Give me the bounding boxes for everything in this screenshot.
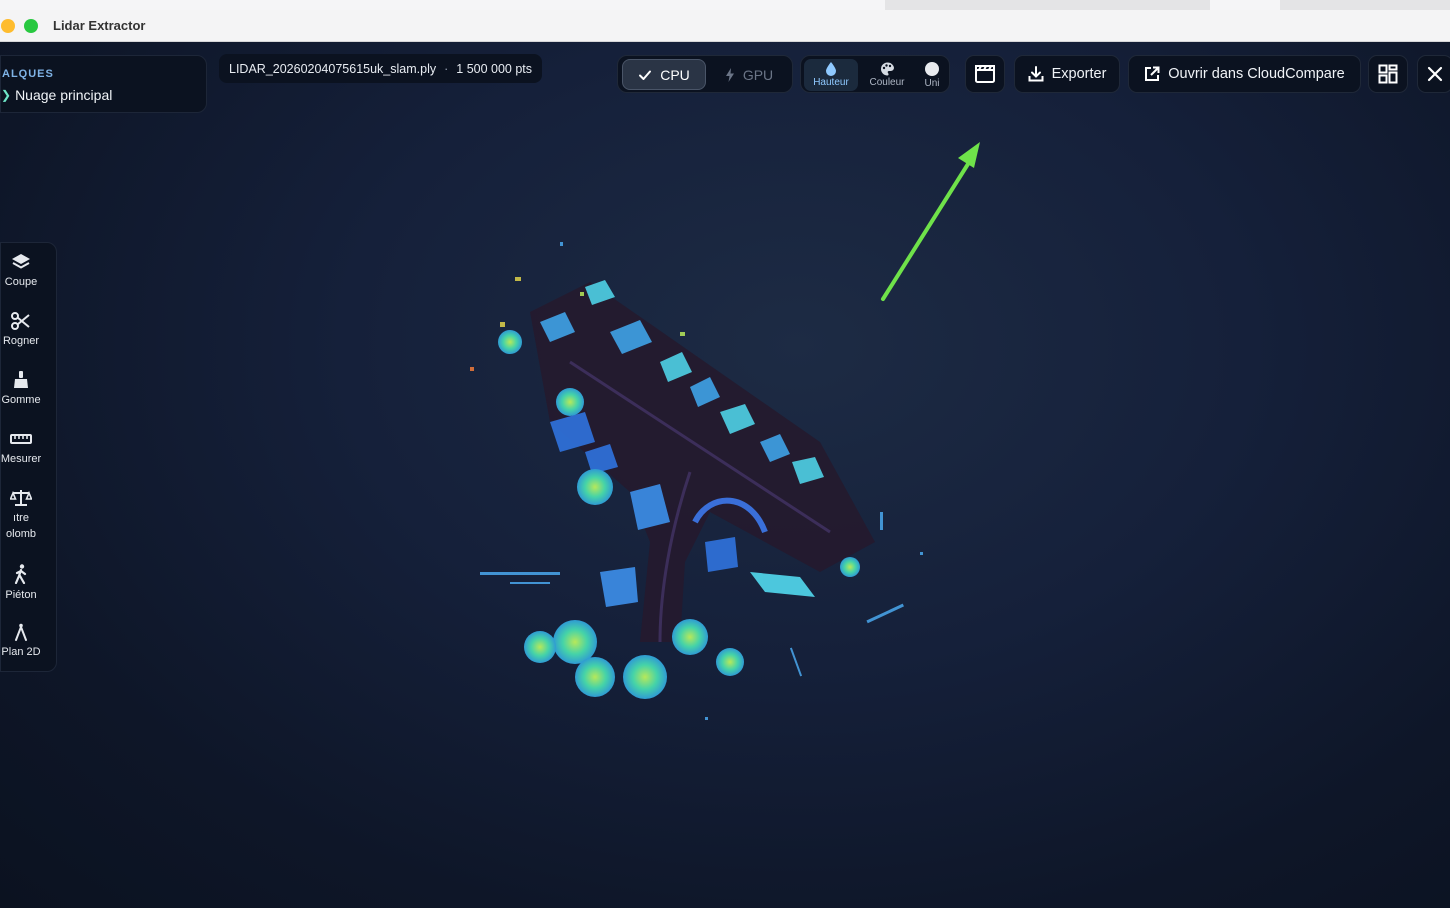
- gpu-button[interactable]: GPU: [708, 59, 790, 90]
- tool-rogner-label: Rogner: [2, 335, 40, 347]
- open-cloudcompare-button[interactable]: Ouvrir dans CloudCompare: [1128, 55, 1361, 93]
- tool-fil-a-plomb-text: ıtre olomb: [6, 512, 36, 540]
- tool-coupe[interactable]: Coupe: [1, 253, 41, 290]
- hauteur-label: Hauteur: [813, 77, 849, 88]
- tab-strip-left: [0, 0, 885, 10]
- tool-pieton[interactable]: Piéton: [1, 564, 41, 603]
- palette-icon: [880, 62, 894, 76]
- point-count: 1 500 000 pts: [456, 61, 533, 76]
- cpu-button[interactable]: CPU: [622, 59, 706, 90]
- app-title: Lidar Extractor: [53, 18, 146, 33]
- gpu-label: GPU: [742, 66, 774, 83]
- export-button[interactable]: Exporter: [1014, 55, 1120, 93]
- walk-icon: [14, 564, 27, 584]
- annotation-arrow-icon: [881, 142, 980, 301]
- compute-toggle: CPU GPU: [617, 55, 793, 93]
- tool-plan-2d-label: Plan 2D: [1, 646, 41, 658]
- brush-icon: [14, 371, 28, 388]
- tool-pieton-label: Piéton: [5, 589, 37, 601]
- tool-mesurer-label: Mesurer: [0, 453, 42, 465]
- lightning-icon: [725, 67, 734, 82]
- tab-strip-right: [1210, 0, 1280, 10]
- layers-title: ALQUES: [2, 68, 54, 80]
- tool-mesurer[interactable]: Mesurer: [1, 430, 41, 467]
- tool-fil-a-plomb[interactable]: ıtre olomb: [1, 489, 41, 542]
- grid-layout-icon: [1378, 64, 1398, 84]
- close-icon: [1427, 66, 1443, 82]
- browser-top-strip: [0, 0, 1450, 10]
- check-icon: [639, 70, 652, 80]
- file-name: LIDAR_20260204075615uk_slam.ply: [229, 61, 437, 76]
- record-video-button[interactable]: [965, 55, 1005, 93]
- solid-circle-icon: [925, 61, 939, 76]
- color-mode-hauteur[interactable]: Hauteur: [804, 59, 858, 91]
- download-icon: [1028, 66, 1044, 82]
- scissors-icon: [11, 312, 30, 330]
- droplet-icon: [826, 62, 836, 76]
- color-mode-couleur[interactable]: Couleur: [860, 59, 914, 91]
- cpu-label: CPU: [660, 66, 690, 83]
- tool-coupe-label: Coupe: [4, 276, 38, 288]
- road-surface: [530, 282, 875, 642]
- window-titlebar: Lidar Extractor: [0, 10, 1450, 42]
- compass-icon: [15, 623, 27, 641]
- ruler-icon: [10, 434, 32, 444]
- tool-plan-2d[interactable]: Plan 2D: [1, 623, 41, 660]
- layer-item-main-cloud[interactable]: ❯ Nuage principal: [1, 87, 112, 103]
- close-viewer-button[interactable]: [1417, 55, 1450, 93]
- export-label: Exporter: [1051, 66, 1107, 82]
- color-mode-selector: Hauteur Couleur Uni: [800, 55, 950, 93]
- tool-palette: Coupe Rogner Gomme Mesurer ıtre olomb Pi…: [0, 242, 57, 672]
- color-mode-uni[interactable]: Uni: [916, 59, 948, 91]
- layer-item-label: Nuage principal: [15, 87, 113, 103]
- open-cloudcompare-label: Ouvrir dans CloudCompare: [1168, 66, 1345, 82]
- tool-fil-a-plomb-label: ıtre olomb: [6, 510, 36, 542]
- tool-rogner[interactable]: Rogner: [1, 312, 41, 349]
- scale-icon: [10, 490, 32, 506]
- couleur-label: Couleur: [869, 77, 905, 88]
- clapperboard-icon: [975, 65, 995, 83]
- tool-gomme[interactable]: Gomme: [1, 371, 41, 408]
- file-separator: ·: [444, 61, 449, 76]
- uni-label: Uni: [924, 77, 940, 89]
- maximize-button[interactable]: [24, 19, 38, 33]
- chevron-right-icon[interactable]: ❯: [1, 88, 11, 102]
- layers-icon: [12, 254, 30, 269]
- external-link-icon: [1145, 66, 1160, 81]
- layers-panel: ALQUES ❯ Nuage principal: [0, 55, 207, 113]
- minimize-button[interactable]: [1, 19, 15, 33]
- point-cloud-viewport[interactable]: ALQUES ❯ Nuage principal LIDAR_202602040…: [0, 42, 1450, 908]
- layout-toggle-button[interactable]: [1368, 55, 1408, 93]
- tool-gomme-label: Gomme: [1, 394, 41, 406]
- file-info: LIDAR_20260204075615uk_slam.ply · 1 500 …: [219, 54, 543, 83]
